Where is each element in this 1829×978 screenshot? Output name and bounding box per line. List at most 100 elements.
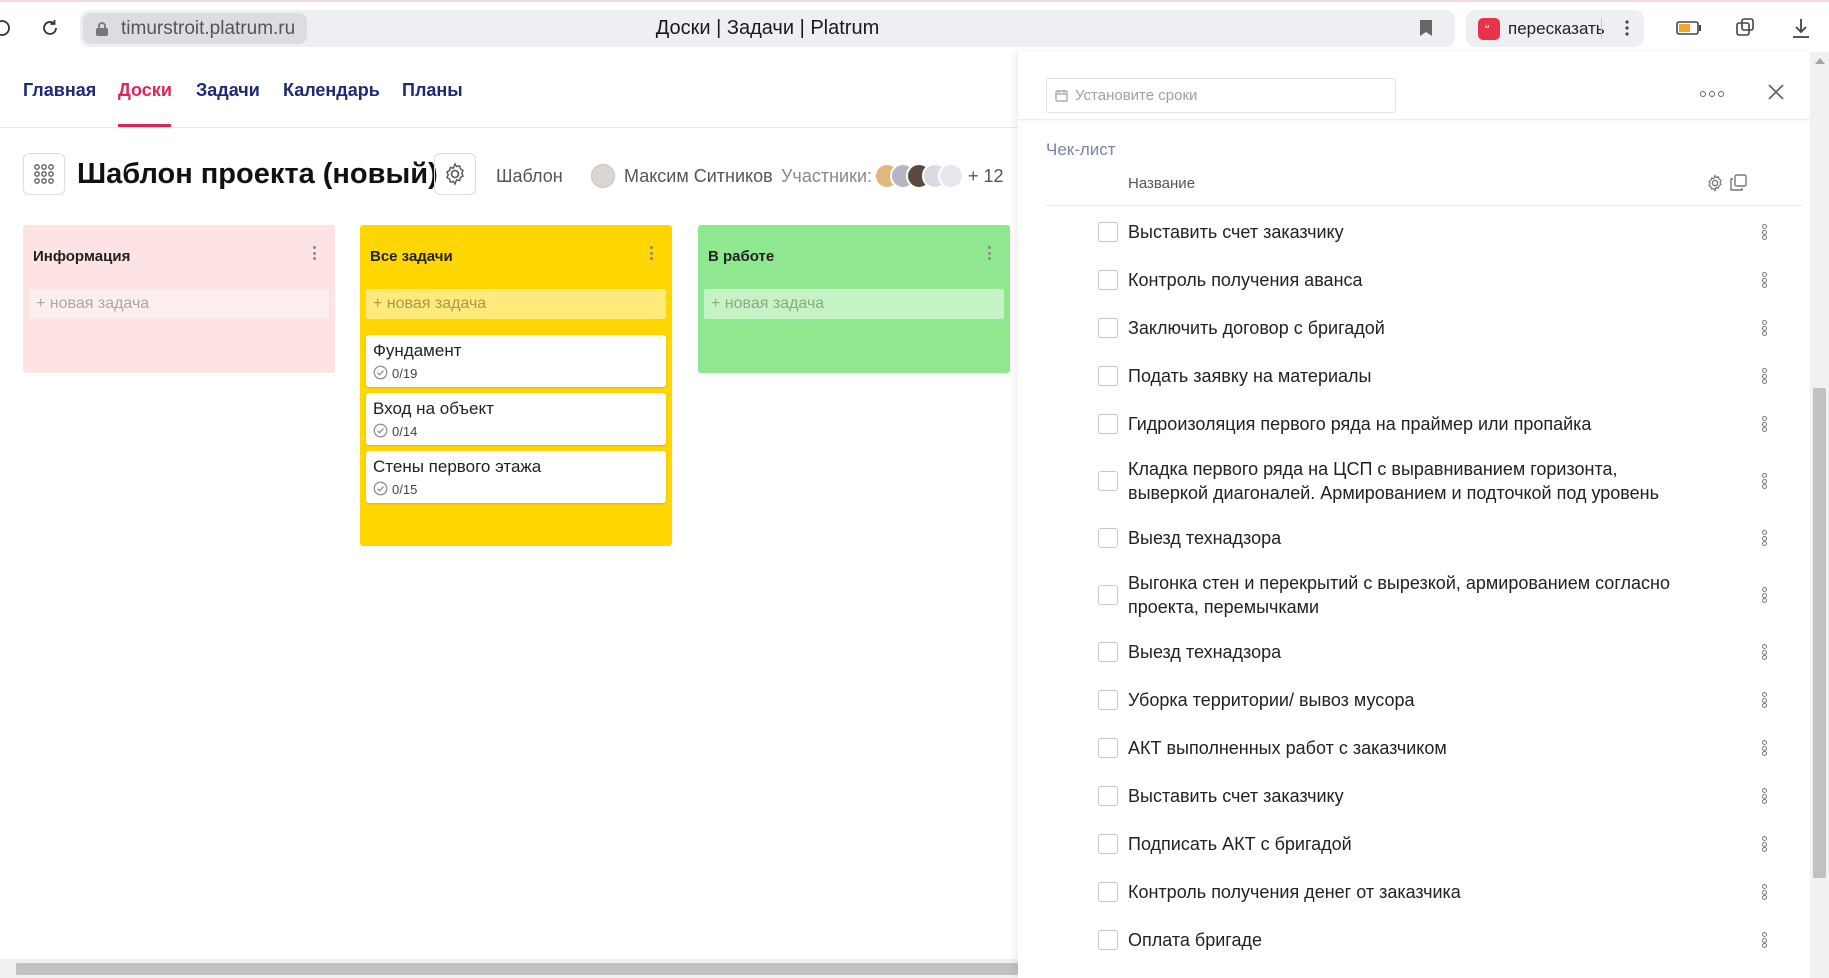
close-icon[interactable] — [1768, 84, 1784, 100]
checklist-checkbox[interactable] — [1098, 366, 1118, 386]
item-menu-icon[interactable] — [1759, 642, 1769, 662]
copy-icon[interactable] — [1730, 174, 1747, 191]
deadline-input[interactable]: Установите сроки — [1046, 78, 1396, 113]
bookmark-icon[interactable] — [1419, 19, 1433, 37]
item-menu-icon[interactable] — [1759, 585, 1769, 605]
checklist-item-text[interactable]: Выставить счет заказчику — [1128, 220, 1688, 244]
checklist-item[interactable]: Выезд технадзора — [1046, 514, 1802, 562]
download-icon[interactable] — [1788, 15, 1814, 41]
extensions-icon[interactable] — [1732, 15, 1758, 41]
avatar[interactable] — [938, 163, 964, 189]
checklist-item[interactable]: Контроль получения аванса — [1046, 256, 1802, 304]
horizontal-scrollbar[interactable] — [0, 959, 1018, 978]
checklist-checkbox[interactable] — [1098, 471, 1118, 491]
checklist-checkbox[interactable] — [1098, 642, 1118, 662]
checklist-checkbox[interactable] — [1098, 834, 1118, 854]
checklist-checkbox[interactable] — [1098, 318, 1118, 338]
item-menu-icon[interactable] — [1759, 366, 1769, 386]
new-task-button[interactable]: + новая задача — [29, 289, 329, 319]
nav-home[interactable]: Главная — [23, 80, 96, 101]
checklist-item-text[interactable]: Подать заявку на материалы — [1128, 364, 1688, 388]
checklist-checkbox[interactable] — [1098, 930, 1118, 950]
participants-more[interactable]: + 12 — [968, 166, 1004, 187]
more-horizontal-icon[interactable] — [1700, 91, 1724, 97]
task-card[interactable]: Стены первого этажа 0/15 — [366, 451, 666, 503]
retell-button[interactable]: “ пересказать — [1466, 10, 1644, 47]
battery-icon[interactable] — [1676, 15, 1702, 41]
reload-icon[interactable] — [36, 14, 64, 42]
column-menu-icon[interactable] — [984, 244, 994, 262]
item-menu-icon[interactable] — [1759, 414, 1769, 434]
checklist-item[interactable]: Оплата бригаде — [1046, 916, 1802, 964]
checklist-item[interactable]: Выгонка стен и перекрытий с вырезкой, ар… — [1046, 562, 1802, 628]
item-menu-icon[interactable] — [1759, 882, 1769, 902]
checklist-item[interactable]: Гидроизоляция первого ряда на праймер ил… — [1046, 400, 1802, 448]
owner-avatar[interactable] — [591, 164, 615, 188]
checklist-item[interactable]: Уборка территории/ вывоз мусора — [1046, 676, 1802, 724]
new-task-button[interactable]: + новая задача — [704, 289, 1004, 319]
address-bar[interactable]: timurstroit.platrum.ru Доски | Задачи | … — [80, 10, 1455, 47]
item-menu-icon[interactable] — [1759, 834, 1769, 854]
owner-name[interactable]: Максим Ситников — [624, 166, 773, 187]
task-card[interactable]: Фундамент 0/19 — [366, 335, 666, 387]
new-task-button[interactable]: + новая задача — [366, 289, 666, 319]
nav-boards[interactable]: Доски — [118, 80, 172, 101]
checklist-checkbox[interactable] — [1098, 690, 1118, 710]
scroll-up-icon[interactable] — [1815, 58, 1825, 64]
checklist-item-text[interactable]: Выставить счет заказчику — [1128, 784, 1688, 808]
checklist-item[interactable]: АКТ выполненных работ с заказчиком — [1046, 724, 1802, 772]
checklist-item-text[interactable]: Выезд технадзора — [1128, 526, 1688, 550]
gear-icon[interactable] — [1706, 174, 1724, 192]
checklist-item[interactable]: Выезд технадзора — [1046, 628, 1802, 676]
board-settings-button[interactable] — [434, 153, 476, 195]
checklist-checkbox[interactable] — [1098, 414, 1118, 434]
checklist-item-text[interactable]: АКТ выполненных работ с заказчиком — [1128, 736, 1688, 760]
checklist-item-text[interactable]: Подписать АКТ с бригадой — [1128, 832, 1688, 856]
checklist-checkbox[interactable] — [1098, 786, 1118, 806]
scrollbar-thumb[interactable] — [1813, 388, 1826, 878]
checklist-item-text[interactable]: Оплата бригаде — [1128, 928, 1688, 952]
item-menu-icon[interactable] — [1759, 930, 1769, 950]
item-menu-icon[interactable] — [1759, 318, 1769, 338]
checklist-item[interactable]: Заключить договор с бригадой — [1046, 304, 1802, 352]
nav-tasks[interactable]: Задачи — [196, 80, 260, 101]
checklist-item-text[interactable]: Кладка первого ряда на ЦСП с выравнивани… — [1128, 457, 1688, 505]
checklist-item-text[interactable]: Гидроизоляция первого ряда на праймер ил… — [1128, 412, 1688, 436]
checklist-item-text[interactable]: Заключить договор с бригадой — [1128, 316, 1688, 340]
checklist-item[interactable]: Выставить счет заказчику — [1046, 772, 1802, 820]
item-menu-icon[interactable] — [1759, 690, 1769, 710]
checklist-checkbox[interactable] — [1098, 738, 1118, 758]
checklist-checkbox[interactable] — [1098, 585, 1118, 605]
url-chip[interactable]: timurstroit.platrum.ru — [83, 13, 308, 44]
checklist-item-text[interactable]: Выгонка стен и перекрытий с вырезкой, ар… — [1128, 571, 1688, 619]
checklist-item[interactable]: Контроль получения денег от заказчика — [1046, 868, 1802, 916]
nav-plans[interactable]: Планы — [402, 80, 463, 101]
checklist-checkbox[interactable] — [1098, 528, 1118, 548]
task-card[interactable]: Вход на объект 0/14 — [366, 393, 666, 445]
checklist-item-text[interactable]: Уборка территории/ вывоз мусора — [1128, 688, 1688, 712]
item-menu-icon[interactable] — [1759, 270, 1769, 290]
nav-calendar[interactable]: Календарь — [283, 80, 380, 101]
item-menu-icon[interactable] — [1759, 222, 1769, 242]
scrollbar-thumb[interactable] — [16, 963, 1018, 975]
back-icon[interactable] — [0, 14, 16, 42]
checklist-checkbox[interactable] — [1098, 270, 1118, 290]
item-menu-icon[interactable] — [1759, 528, 1769, 548]
column-menu-icon[interactable] — [309, 244, 319, 262]
more-vertical-icon[interactable] — [1624, 18, 1630, 38]
checklist-checkbox[interactable] — [1098, 882, 1118, 902]
checklist-item[interactable]: Выставить счет заказчику — [1046, 208, 1802, 256]
checklist-checkbox[interactable] — [1098, 222, 1118, 242]
checklist-item-text[interactable]: Выезд технадзора — [1128, 640, 1688, 664]
checklist-item[interactable]: Подать заявку на материалы — [1046, 352, 1802, 400]
checklist-item[interactable]: Кладка первого ряда на ЦСП с выравнивани… — [1046, 448, 1802, 514]
checklist-item[interactable]: Подписать АКТ с бригадой — [1046, 820, 1802, 868]
checklist-item-text[interactable]: Контроль получения аванса — [1128, 268, 1688, 292]
item-menu-icon[interactable] — [1759, 471, 1769, 491]
vertical-scrollbar[interactable] — [1810, 52, 1829, 978]
boards-menu-button[interactable] — [23, 153, 65, 195]
checklist-item-text[interactable]: Контроль получения денег от заказчика — [1128, 880, 1688, 904]
column-menu-icon[interactable] — [646, 244, 656, 262]
item-menu-icon[interactable] — [1759, 738, 1769, 758]
item-menu-icon[interactable] — [1759, 786, 1769, 806]
